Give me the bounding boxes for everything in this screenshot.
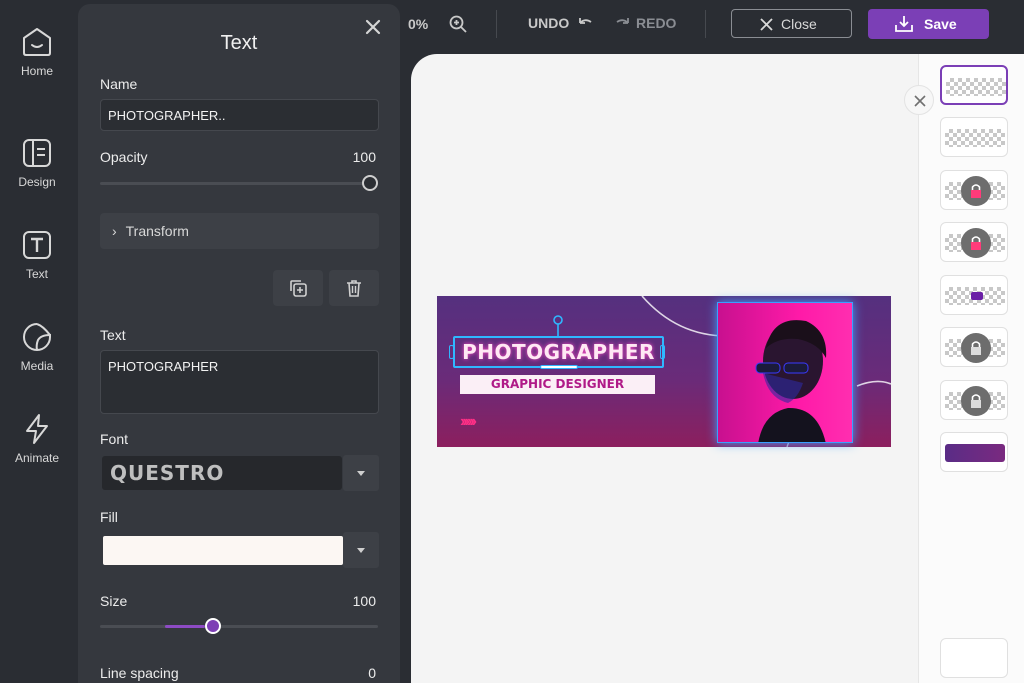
font-dropdown-arrow[interactable] xyxy=(343,455,379,491)
layer-thumb[interactable] xyxy=(940,380,1008,420)
text-icon xyxy=(23,231,51,259)
close-icon xyxy=(914,95,926,107)
rail-item-animate[interactable]: Animate xyxy=(0,413,74,465)
rail-label-animate: Animate xyxy=(14,451,60,465)
size-slider-fill xyxy=(165,625,205,628)
panel-title: Text xyxy=(220,32,258,54)
layer-thumb[interactable] xyxy=(940,432,1008,472)
toolbar-divider xyxy=(496,10,497,38)
design-icon xyxy=(23,139,51,167)
zoom-in-icon[interactable] xyxy=(448,14,468,34)
transparent-layer-preview xyxy=(946,78,1006,96)
transform-section-toggle[interactable]: › Transform xyxy=(100,213,379,249)
top-toolbar: 0% UNDO REDO Close Save xyxy=(400,0,1024,48)
opacity-value: 100 xyxy=(352,149,376,165)
canvas-close-button[interactable] xyxy=(904,85,934,115)
rail-label-text: Text xyxy=(25,267,48,281)
rail-label-design: Design xyxy=(18,175,56,189)
line-spacing-value: 0 xyxy=(368,665,376,681)
toolbar-divider-2 xyxy=(705,10,706,38)
opacity-label: Opacity xyxy=(100,149,148,165)
undo-button[interactable]: UNDO xyxy=(528,14,596,34)
redo-icon xyxy=(616,18,629,24)
close-label: Close xyxy=(781,16,817,32)
download-icon xyxy=(895,16,913,32)
name-label: Name xyxy=(100,76,138,92)
zoom-level: 0% xyxy=(408,16,429,32)
rail-label-media: Media xyxy=(20,359,54,373)
layer-thumb[interactable] xyxy=(940,275,1008,315)
layer-shape-preview xyxy=(971,292,983,300)
duplicate-button[interactable] xyxy=(273,270,323,306)
trash-icon xyxy=(347,280,361,297)
name-input[interactable]: PHOTOGRAPHER.. xyxy=(100,99,379,131)
fill-dropdown-arrow[interactable] xyxy=(343,532,379,568)
font-select[interactable]: QUESTRO xyxy=(102,456,342,490)
background-layer-preview xyxy=(945,444,1005,462)
size-slider-thumb[interactable] xyxy=(205,618,221,634)
size-value: 100 xyxy=(352,593,376,609)
text-properties-panel: Text Name PHOTOGRAPHER.. Opacity 100 › T… xyxy=(78,4,400,683)
font-label: Font xyxy=(100,431,129,447)
transparent-layer-preview xyxy=(945,129,1005,147)
lock-icon xyxy=(961,176,991,206)
fill-color-swatch[interactable] xyxy=(103,536,343,565)
banner-subtitle-text[interactable]: GRAPHIC DESIGNER xyxy=(460,375,655,394)
layer-thumb[interactable] xyxy=(940,222,1008,262)
lock-icon xyxy=(961,228,991,258)
rail-item-design[interactable]: Design xyxy=(0,137,74,189)
chevron-right-icon: › xyxy=(112,223,117,239)
close-button[interactable]: Close xyxy=(731,9,852,38)
lock-icon xyxy=(961,333,991,363)
add-layer-slot[interactable] xyxy=(940,638,1008,678)
rail-label-home: Home xyxy=(20,64,53,78)
duplicate-icon xyxy=(290,280,307,297)
rail-item-home[interactable]: Home xyxy=(0,26,74,78)
text-label: Text xyxy=(100,327,126,343)
layer-thumb[interactable] xyxy=(940,65,1008,105)
portrait-image xyxy=(718,303,852,442)
selection-handle-left[interactable] xyxy=(449,345,454,359)
portrait-photo[interactable] xyxy=(717,302,853,443)
text-content-input[interactable]: PHOTOGRAPHER xyxy=(100,350,379,414)
undo-label: UNDO xyxy=(528,15,570,31)
redo-label: REDO xyxy=(636,15,677,31)
delete-button[interactable] xyxy=(329,270,379,306)
lock-icon xyxy=(961,386,991,416)
layer-thumb[interactable] xyxy=(940,327,1008,367)
animate-icon xyxy=(26,414,48,444)
banner-chevrons: ›››››› xyxy=(460,413,477,430)
media-icon xyxy=(23,323,51,351)
save-button[interactable]: Save xyxy=(868,9,989,39)
save-label: Save xyxy=(924,16,957,32)
close-icon[interactable] xyxy=(364,18,382,36)
layer-thumb[interactable] xyxy=(940,117,1008,157)
rail-item-media[interactable]: Media xyxy=(0,321,74,373)
home-icon xyxy=(23,28,51,56)
opacity-slider-track[interactable] xyxy=(100,182,378,185)
selection-handle-bottom[interactable] xyxy=(540,365,578,369)
selection-handle-right[interactable] xyxy=(660,345,665,359)
close-x-icon xyxy=(760,18,773,31)
size-slider-track[interactable] xyxy=(100,625,378,628)
size-label: Size xyxy=(100,593,128,609)
left-rail: Home Design Text Media Animate xyxy=(0,0,74,683)
transform-label: Transform xyxy=(125,223,189,239)
line-spacing-label: Line spacing xyxy=(100,665,179,681)
layer-thumb[interactable] xyxy=(940,170,1008,210)
undo-icon xyxy=(579,18,592,24)
fill-label: Fill xyxy=(100,509,118,525)
redo-button[interactable]: REDO xyxy=(614,14,682,34)
banner-title-text[interactable]: PHOTOGRAPHER xyxy=(453,336,664,368)
opacity-slider-thumb[interactable] xyxy=(362,175,378,191)
rail-item-text[interactable]: Text xyxy=(0,229,74,281)
